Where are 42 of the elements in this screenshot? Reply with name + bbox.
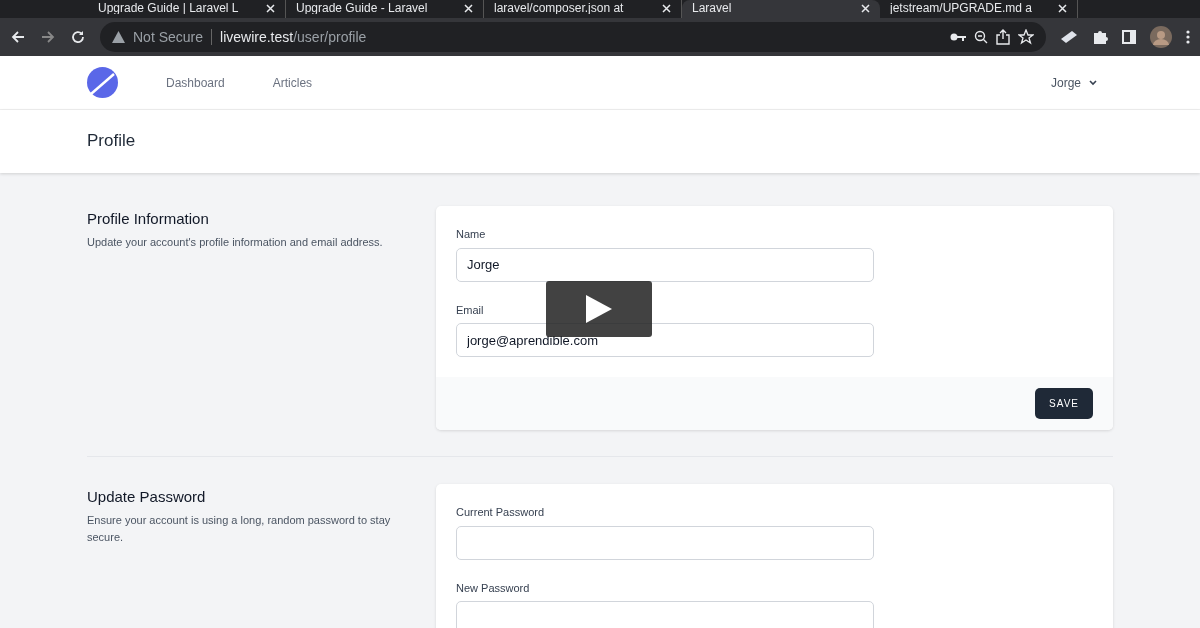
avatar-icon[interactable] <box>1150 26 1172 48</box>
user-menu[interactable]: Jorge <box>1050 73 1097 92</box>
section-title: Profile Information <box>87 210 210 228</box>
forward-icon[interactable] <box>40 29 56 45</box>
page-title: Profile <box>87 131 136 152</box>
back-icon[interactable] <box>10 29 26 45</box>
section-description: Ensure your account is using a long, random password to stay secure. <box>87 513 392 545</box>
zoom-out-icon[interactable] <box>974 30 988 44</box>
close-icon[interactable] <box>861 2 870 13</box>
input-field[interactable] <box>456 601 874 628</box>
field-label: Name <box>456 227 486 242</box>
logo-icon[interactable] <box>87 67 118 98</box>
star-icon[interactable] <box>1018 29 1034 45</box>
field-label: Email <box>456 302 484 318</box>
close-icon[interactable] <box>464 2 473 13</box>
close-icon[interactable] <box>662 2 671 13</box>
save-button[interactable]: SAVE <box>1035 388 1093 419</box>
input-field[interactable] <box>456 525 874 560</box>
chevron-down-icon <box>1089 79 1097 86</box>
address-bar[interactable]: Not Secure livewire.test/user/profile <box>100 22 1046 52</box>
puzzle-icon[interactable] <box>1092 29 1108 45</box>
section-description: Update your account's profile information and email address. <box>87 235 384 250</box>
nav-link[interactable]: Articles <box>272 73 313 92</box>
play-icon <box>584 293 614 325</box>
input-field[interactable]: Jorge <box>456 247 874 282</box>
extension-icon[interactable] <box>1060 30 1078 44</box>
share-icon[interactable] <box>996 29 1010 45</box>
url-text: livewire.test/user/profile <box>220 27 367 47</box>
side-panel-icon[interactable] <box>1122 30 1136 44</box>
close-icon[interactable] <box>1058 2 1067 13</box>
menu-icon[interactable] <box>1186 30 1190 44</box>
nav-link[interactable]: Dashboard <box>166 73 225 92</box>
field-label: New Password <box>456 580 530 596</box>
field-label: Current Password <box>456 505 545 520</box>
reload-icon[interactable] <box>70 29 86 45</box>
warning-icon <box>112 31 125 43</box>
security-label: Not Secure <box>133 27 204 47</box>
browser-tab[interactable]: Laravel <box>682 0 880 18</box>
key-icon[interactable] <box>950 32 966 42</box>
section-title: Update Password <box>87 488 207 506</box>
play-button[interactable] <box>546 281 652 337</box>
close-icon[interactable] <box>266 2 275 13</box>
